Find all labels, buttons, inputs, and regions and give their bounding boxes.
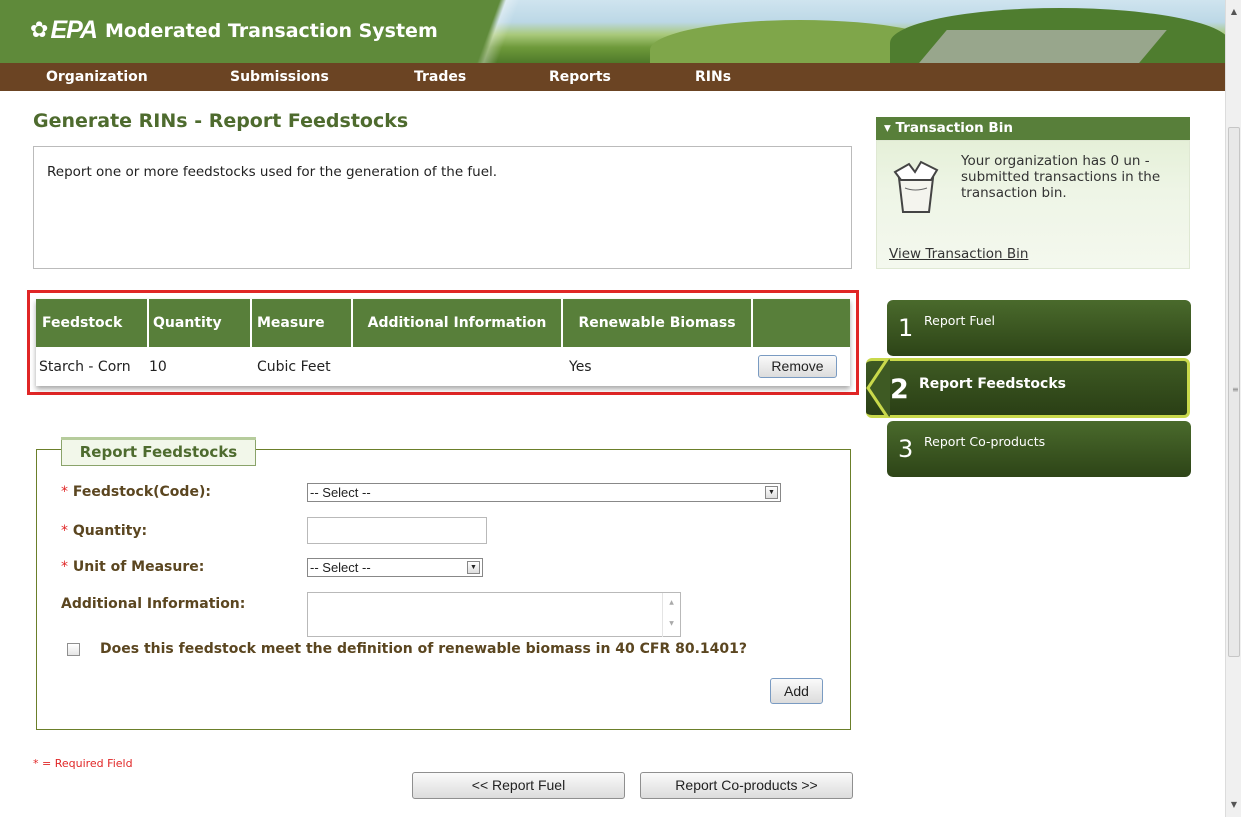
dropdown-arrow-icon: ▼ xyxy=(467,561,480,574)
cell-feedstock: Starch - Corn xyxy=(39,358,131,375)
nav-trades[interactable]: Trades xyxy=(414,63,466,91)
cell-measure: Cubic Feet xyxy=(257,358,331,375)
step-label: Report Co-products xyxy=(924,434,1046,449)
prev-report-fuel-button[interactable]: << Report Fuel xyxy=(412,772,625,799)
feedstock-table: Feedstock Quantity Measure Additional In… xyxy=(36,299,850,386)
scrollbar-thumb[interactable]: ≡ xyxy=(1228,127,1240,657)
unit-label: * Unit of Measure: xyxy=(61,559,205,575)
page-description: Report one or more feedstocks used for t… xyxy=(33,146,852,269)
remove-button[interactable]: Remove xyxy=(758,355,837,378)
page-title: Generate RINs - Report Feedstocks xyxy=(33,110,409,132)
additional-information-textarea[interactable]: ▲ ▼ xyxy=(307,592,681,637)
renewable-biomass-checkbox[interactable] xyxy=(67,643,80,656)
renewable-biomass-question: Does this feedstock meet the definition … xyxy=(100,641,748,657)
scroll-down-arrow-icon: ▼ xyxy=(669,620,674,627)
add-button[interactable]: Add xyxy=(770,678,823,704)
epa-logo[interactable]: ✿ EPA Moderated Transaction System xyxy=(30,16,438,45)
main-nav: Organization Submissions Trades Reports … xyxy=(0,63,1225,91)
feedstock-select[interactable]: -- Select -- ▼ xyxy=(307,483,781,502)
active-step-pointer xyxy=(866,358,890,418)
step-number: 2 xyxy=(890,374,909,405)
app-title: Moderated Transaction System xyxy=(105,19,438,42)
feedstock-label: * Feedstock(Code): xyxy=(61,484,211,500)
cell-renewable: Yes xyxy=(569,358,592,375)
nav-reports[interactable]: Reports xyxy=(549,63,611,91)
step-number: 1 xyxy=(898,314,914,342)
fieldset-legend: Report Feedstocks xyxy=(61,437,256,466)
transaction-bin-message: Your organization has 0 un -submitted tr… xyxy=(961,153,1161,201)
col-header-actions xyxy=(753,299,850,347)
header-landscape-image xyxy=(470,0,1225,63)
scroll-up-arrow-icon[interactable]: ▲ xyxy=(1226,4,1241,20)
nav-rins[interactable]: RINs xyxy=(695,63,731,91)
scroll-up-arrow-icon: ▲ xyxy=(669,599,674,606)
step-label: Report Feedstocks xyxy=(919,376,1066,392)
required-field-note: * = Required Field xyxy=(33,757,133,770)
quantity-input[interactable] xyxy=(307,517,487,544)
step-report-feedstocks[interactable]: 2 Report Feedstocks xyxy=(866,358,1190,418)
step-report-coproducts[interactable]: 3 Report Co-products xyxy=(887,421,1191,477)
textarea-scrollbar[interactable]: ▲ ▼ xyxy=(662,593,680,637)
app-header: ✿ EPA Moderated Transaction System xyxy=(0,0,1225,63)
feedstock-table-highlight: Feedstock Quantity Measure Additional In… xyxy=(27,290,859,395)
view-transaction-bin-link[interactable]: View Transaction Bin xyxy=(889,246,1028,262)
col-header-quantity: Quantity xyxy=(149,299,252,347)
collapse-arrow-icon: ▾ xyxy=(884,120,891,136)
nav-organization[interactable]: Organization xyxy=(46,63,148,91)
epa-flower-icon: ✿ xyxy=(30,18,49,43)
nav-submissions[interactable]: Submissions xyxy=(230,63,329,91)
dropdown-arrow-icon: ▼ xyxy=(765,486,778,499)
transaction-bin-header[interactable]: ▾ Transaction Bin xyxy=(876,117,1190,140)
col-header-renewable-biomass: Renewable Biomass xyxy=(563,299,753,347)
grip-icon: ≡ xyxy=(1232,385,1239,394)
table-row: Starch - Corn 10 Cubic Feet Yes Remove xyxy=(36,347,850,386)
transaction-bin-icon xyxy=(893,160,939,213)
step-report-fuel[interactable]: 1 Report Fuel xyxy=(887,300,1191,356)
cell-quantity: 10 xyxy=(149,358,167,375)
col-header-additional-information: Additional Information xyxy=(353,299,563,347)
next-report-coproducts-button[interactable]: Report Co-products >> xyxy=(640,772,853,799)
scroll-down-arrow-icon[interactable]: ▼ xyxy=(1226,797,1241,813)
additional-information-label: Additional Information: xyxy=(61,596,246,612)
vertical-scrollbar[interactable]: ▲ ≡ ▼ xyxy=(1225,0,1241,817)
col-header-measure: Measure xyxy=(252,299,353,347)
col-header-feedstock: Feedstock xyxy=(36,299,149,347)
table-header-row: Feedstock Quantity Measure Additional In… xyxy=(36,299,850,347)
step-label: Report Fuel xyxy=(924,313,996,328)
step-number: 3 xyxy=(898,435,914,463)
unit-of-measure-select[interactable]: -- Select -- ▼ xyxy=(307,558,483,577)
quantity-label: * Quantity: xyxy=(61,523,148,539)
epa-logo-text: EPA xyxy=(50,16,98,44)
